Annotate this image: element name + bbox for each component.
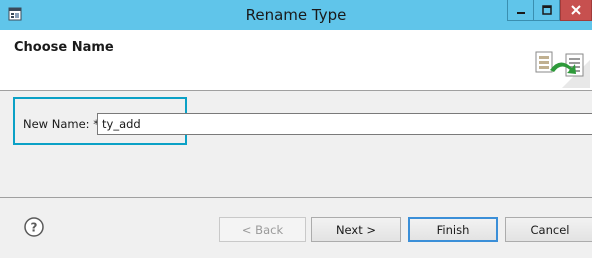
finish-button-label: Finish [436,222,470,237]
close-icon [571,5,581,15]
next-button-label: Next > [335,222,377,237]
wizard-header: Choose Name [0,30,592,90]
svg-text:?: ? [31,221,38,235]
maximize-icon [541,5,552,15]
rename-wizard-icon [535,51,590,88]
title-bar[interactable]: Rename Type [0,0,592,30]
header-separator [0,90,592,91]
back-button-label: < Back [241,222,284,237]
maximize-button[interactable] [533,0,560,21]
cancel-button[interactable]: Cancel [505,217,592,242]
finish-button[interactable]: Finish [408,217,498,242]
rename-type-dialog: Rename Type Choose Name New Name: * ty_a… [0,0,592,258]
page-title: Choose Name [14,40,114,55]
new-name-label: New Name: * [23,117,99,131]
footer-separator [0,197,592,198]
next-button[interactable]: Next > [311,217,401,242]
minimize-icon [516,12,525,14]
cancel-button-label: Cancel [530,222,570,237]
new-name-input[interactable] [97,113,592,135]
back-button[interactable]: < Back [219,217,306,242]
help-icon[interactable]: ? [24,217,44,237]
close-button[interactable] [560,0,592,21]
minimize-button[interactable] [507,0,534,21]
window-title: Rename Type [245,6,347,24]
